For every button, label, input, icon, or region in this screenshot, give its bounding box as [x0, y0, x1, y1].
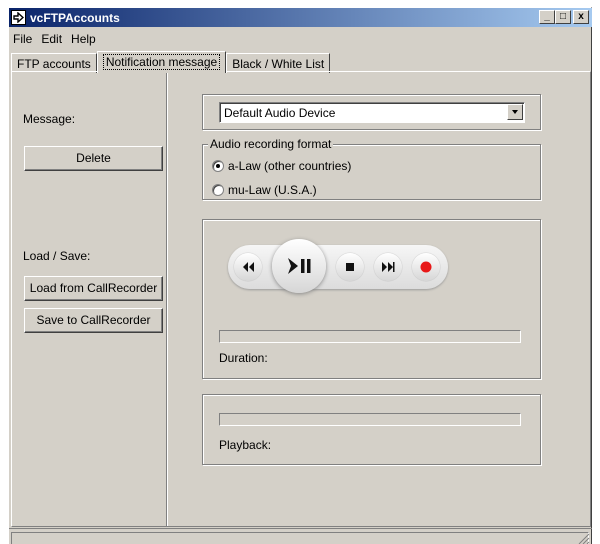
- load-button-label: Load from CallRecorder: [29, 281, 158, 295]
- menu-bar: File Edit Help: [9, 29, 101, 48]
- fast-forward-icon[interactable]: [374, 253, 402, 281]
- save-button-label: Save to CallRecorder: [36, 313, 151, 327]
- radio-a-law[interactable]: a-Law (other countries): [212, 159, 351, 173]
- stop-icon[interactable]: [336, 253, 364, 281]
- radio-label: mu-Law (U.S.A.): [228, 183, 317, 197]
- audio-format-group: Audio recording format a-Law (other coun…: [202, 137, 541, 200]
- tab-ftp-accounts[interactable]: FTP accounts: [11, 53, 97, 73]
- chevron-down-icon[interactable]: [507, 104, 523, 120]
- close-button[interactable]: x: [573, 10, 589, 24]
- radio-label: a-Law (other countries): [228, 159, 352, 173]
- main-window: vcFTPAccounts _ □ x File Edit Help FTP a…: [8, 7, 592, 544]
- notification-panel: Message: Delete Load / Save: Load from C…: [11, 71, 591, 527]
- playback-progress-bar: [219, 413, 521, 426]
- audio-format-legend: Audio recording format: [208, 137, 334, 151]
- window-title: vcFTPAccounts: [30, 11, 120, 25]
- load-save-label: Load / Save:: [23, 249, 91, 263]
- tab-notification-message[interactable]: Notification message: [96, 51, 227, 73]
- radio-mu-law[interactable]: mu-Law (U.S.A.): [212, 183, 317, 197]
- tab-black-white-list[interactable]: Black / White List: [226, 53, 331, 73]
- media-controls: [228, 239, 448, 293]
- status-pane: [11, 532, 589, 544]
- minimize-button[interactable]: _: [539, 10, 555, 24]
- record-icon[interactable]: [412, 253, 440, 281]
- recorder-group: Duration:: [202, 219, 541, 379]
- delete-button[interactable]: Delete: [24, 146, 163, 171]
- panel-divider: [166, 73, 168, 526]
- load-from-callrecorder-button[interactable]: Load from CallRecorder: [24, 276, 163, 301]
- message-label: Message:: [23, 112, 76, 126]
- rewind-icon[interactable]: [234, 253, 262, 281]
- audio-device-select[interactable]: Default Audio Device: [219, 102, 525, 123]
- maximize-button[interactable]: □: [555, 10, 571, 24]
- duration-label: Duration:: [219, 351, 268, 365]
- device-group: Default Audio Device: [202, 94, 541, 130]
- app-arrow-icon: [11, 10, 26, 25]
- play-pause-icon[interactable]: [272, 239, 326, 293]
- menu-help[interactable]: Help: [67, 29, 101, 48]
- tab-label: FTP accounts: [17, 57, 91, 71]
- resize-grip-icon[interactable]: [578, 533, 590, 544]
- save-to-callrecorder-button[interactable]: Save to CallRecorder: [24, 308, 163, 333]
- playback-label: Playback:: [219, 438, 272, 452]
- recording-progress-bar: [219, 330, 521, 343]
- tab-label: Notification message: [102, 54, 221, 70]
- audio-device-value: Default Audio Device: [224, 106, 336, 120]
- menu-file[interactable]: File: [9, 29, 37, 48]
- tab-label: Black / White List: [232, 57, 325, 71]
- playback-group: Playback:: [202, 394, 541, 465]
- title-bar[interactable]: vcFTPAccounts _ □ x: [9, 8, 592, 27]
- tab-strip: FTP accounts Notification message Black …: [11, 49, 331, 73]
- radio-button[interactable]: [212, 184, 224, 196]
- radio-button[interactable]: [212, 160, 224, 172]
- status-bar: [9, 528, 592, 544]
- delete-button-label: Delete: [76, 151, 111, 165]
- menu-edit[interactable]: Edit: [37, 29, 67, 48]
